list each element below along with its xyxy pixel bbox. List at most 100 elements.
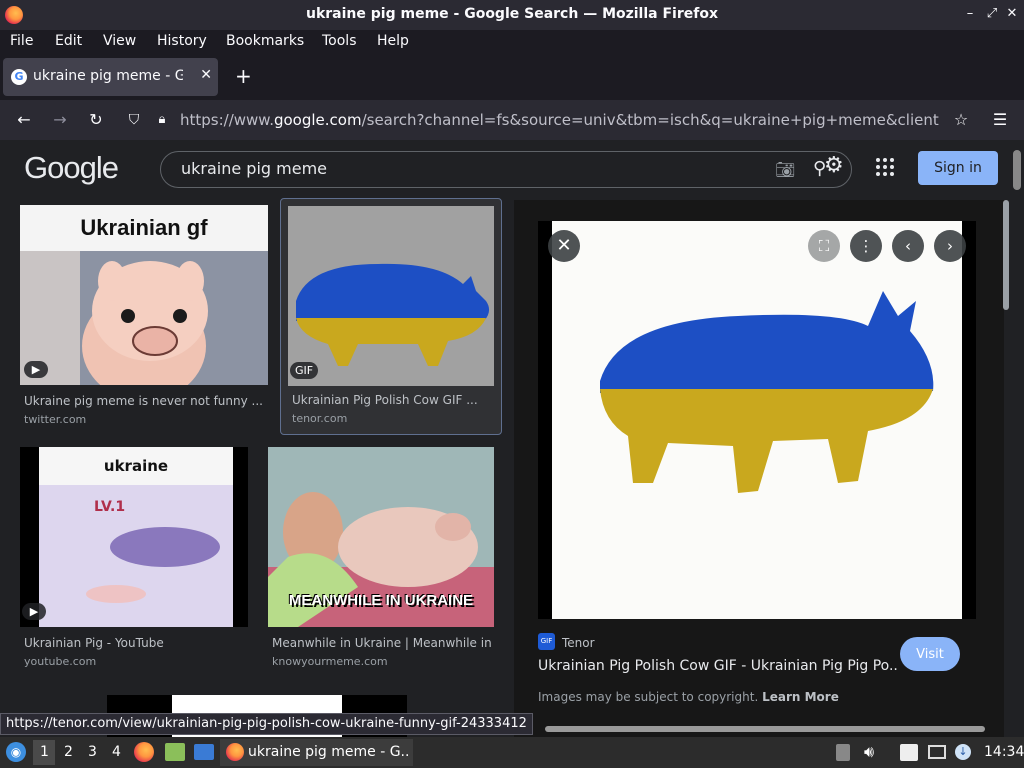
visit-button[interactable]: Visit [900, 637, 960, 671]
gif-badge: GIF [290, 362, 319, 379]
result-thumbnail[interactable]: GIF [288, 206, 494, 386]
new-tab-button[interactable]: + [235, 64, 252, 88]
tab-google-search[interactable]: G ukraine pig meme - Google Search ✕ [3, 58, 218, 96]
google-favicon-icon: G [11, 69, 27, 85]
title-bar: ukraine pig meme - Google Search — Mozil… [0, 0, 1024, 30]
previous-chevron-icon[interactable]: ‹ [892, 230, 924, 262]
result-title[interactable]: Ukrainian Pig - YouTube [24, 636, 244, 650]
bookmark-star-icon[interactable]: ☆ [949, 108, 973, 132]
back-button[interactable]: ← [12, 108, 36, 132]
search-input[interactable] [181, 159, 741, 178]
workspace-2[interactable]: 2 [64, 744, 73, 760]
workspace-3[interactable]: 3 [88, 744, 97, 760]
play-icon: ▶ [24, 361, 48, 378]
result-thumbnail[interactable]: ukraine LV.1 ▶ [20, 447, 248, 627]
file-manager-icon[interactable] [165, 743, 185, 761]
image-result-1[interactable]: Ukrainian gf ▶ Ukraine pig meme is never… [20, 205, 268, 430]
apps-grid-icon[interactable] [876, 158, 896, 178]
image-result-2-selected[interactable]: GIF Ukrainian Pig Polish Cow GIF ... ten… [280, 198, 502, 435]
lock-icon[interactable]: 🔒︎ [150, 108, 174, 132]
start-menu-icon[interactable]: ◉ [6, 742, 26, 762]
display-icon[interactable] [928, 745, 946, 759]
search-box[interactable]: 📷︎ ⚲ [160, 151, 852, 188]
tab-bar: G ukraine pig meme - Google Search ✕ + [0, 54, 1024, 100]
volume-icon[interactable]: 🔊︎ [864, 742, 874, 762]
result-source[interactable]: twitter.com [24, 413, 86, 426]
tab-close-icon[interactable]: ✕ [200, 67, 212, 83]
level-label: LV.1 [94, 499, 126, 515]
taskbar: ◉ 1 2 3 4 ukraine pig meme - G... 🔊︎ ↓ 1… [0, 737, 1024, 768]
reload-button[interactable]: ↻ [84, 108, 108, 132]
result-thumbnail[interactable]: MEANWHILE IN UKRAINE [268, 447, 494, 627]
status-bar-link: https://tenor.com/view/ukrainian-pig-pig… [0, 713, 533, 735]
learn-more-link[interactable]: Learn More [762, 690, 839, 704]
preview-image[interactable]: ✕ ⛶ ⋮ ‹ › [538, 221, 976, 619]
thumb-caption: MEANWHILE IN UKRAINE [288, 592, 474, 609]
more-options-icon[interactable]: ⋮ [850, 230, 882, 262]
firefox-launcher-icon[interactable] [134, 742, 154, 762]
image-result-3[interactable]: ukraine LV.1 ▶ Ukrainian Pig - YouTube y… [20, 447, 248, 672]
url-text[interactable]: https://www.google.com/search?channel=fs… [180, 111, 940, 129]
forward-button[interactable]: → [48, 108, 72, 132]
menu-help[interactable]: Help [377, 33, 409, 49]
close-window-button[interactable]: ✕ [1002, 4, 1022, 24]
close-icon[interactable]: ✕ [548, 230, 580, 262]
next-chevron-icon[interactable]: › [934, 230, 966, 262]
image-result-4[interactable]: MEANWHILE IN UKRAINE Meanwhile in Ukrain… [268, 447, 494, 672]
menu-file[interactable]: File [10, 33, 33, 49]
taskbar-firefox-window[interactable]: ukraine pig meme - G... [220, 739, 413, 766]
maximize-button[interactable]: ⤢ [982, 4, 1002, 24]
notes-icon[interactable] [900, 744, 918, 761]
tenor-icon: GIF [538, 633, 555, 650]
taskbar-app-label: ukraine pig meme - G... [248, 744, 408, 760]
desktop-icon[interactable] [194, 744, 214, 760]
image-preview-panel: ✕ ⛶ ⋮ ‹ › GIF Tenor Ukrainian Pig Polish… [514, 200, 1004, 740]
navigation-toolbar: ← → ↻ ⛉ 🔒︎ https://www.google.com/search… [0, 100, 1024, 140]
preview-title[interactable]: Ukrainian Pig Polish Cow GIF - Ukrainian… [538, 658, 898, 674]
page-scrollbar[interactable] [1013, 150, 1021, 190]
workspace-4[interactable]: 4 [112, 744, 121, 760]
menu-edit[interactable]: Edit [55, 33, 82, 49]
app-menu-button[interactable]: ☰ [988, 108, 1012, 132]
page-content: Google 📷︎ ⚲ ⚙ Sign in Ukrainian gf ▶ Ukr… [0, 140, 1024, 740]
horizontal-scrollbar[interactable] [545, 726, 985, 732]
url-bar[interactable]: ⛉ 🔒︎ https://www.google.com/search?chann… [118, 104, 978, 136]
panel-scrollbar[interactable] [1003, 200, 1009, 310]
thumb-caption: Ukrainian gf [20, 205, 268, 251]
pig-cartoon-image [20, 251, 268, 385]
lens-icon[interactable]: ⛶ [808, 230, 840, 262]
workspace-1[interactable]: 1 [40, 744, 49, 760]
sign-in-button[interactable]: Sign in [918, 151, 998, 185]
google-logo[interactable]: Google [24, 150, 119, 186]
shield-icon[interactable]: ⛉ [122, 108, 146, 132]
thumb-caption: ukraine [39, 447, 233, 485]
menu-tools[interactable]: Tools [322, 33, 357, 49]
minimize-button[interactable]: – [960, 4, 980, 24]
tab-label: ukraine pig meme - Google Search [33, 68, 183, 84]
menu-view[interactable]: View [103, 33, 136, 49]
result-title[interactable]: Meanwhile in Ukraine | Meanwhile in ... [272, 636, 492, 650]
window-title: ukraine pig meme - Google Search — Mozil… [306, 6, 718, 22]
result-thumbnail[interactable]: Ukrainian gf ▶ [20, 205, 268, 385]
copyright-note: Images may be subject to copyright. Lear… [538, 690, 839, 704]
menu-history[interactable]: History [157, 33, 207, 49]
result-source[interactable]: tenor.com [292, 412, 347, 425]
menu-bar: File Edit View History Bookmarks Tools H… [0, 30, 1024, 54]
firefox-window: ukraine pig meme - Google Search — Mozil… [0, 0, 1024, 768]
result-source[interactable]: knowyourmeme.com [272, 655, 388, 668]
ukraine-pig-image [288, 206, 494, 386]
menu-bookmarks[interactable]: Bookmarks [226, 33, 304, 49]
result-source[interactable]: youtube.com [24, 655, 96, 668]
copyright-text: Images may be subject to copyright. [538, 690, 759, 704]
clipboard-icon[interactable] [836, 744, 850, 761]
update-notifier-icon[interactable]: ↓ [955, 744, 971, 760]
play-icon: ▶ [22, 603, 46, 620]
preview-source[interactable]: Tenor [562, 636, 595, 650]
result-title[interactable]: Ukraine pig meme is never not funny ... [24, 394, 264, 408]
settings-gear-icon[interactable]: ⚙ [824, 153, 844, 178]
ukraine-pig-preview-image [600, 291, 934, 493]
camera-icon[interactable]: 📷︎ [775, 160, 795, 179]
firefox-icon [226, 743, 244, 761]
result-title[interactable]: Ukrainian Pig Polish Cow GIF ... [292, 393, 492, 407]
clock[interactable]: 14:34 [984, 744, 1024, 760]
